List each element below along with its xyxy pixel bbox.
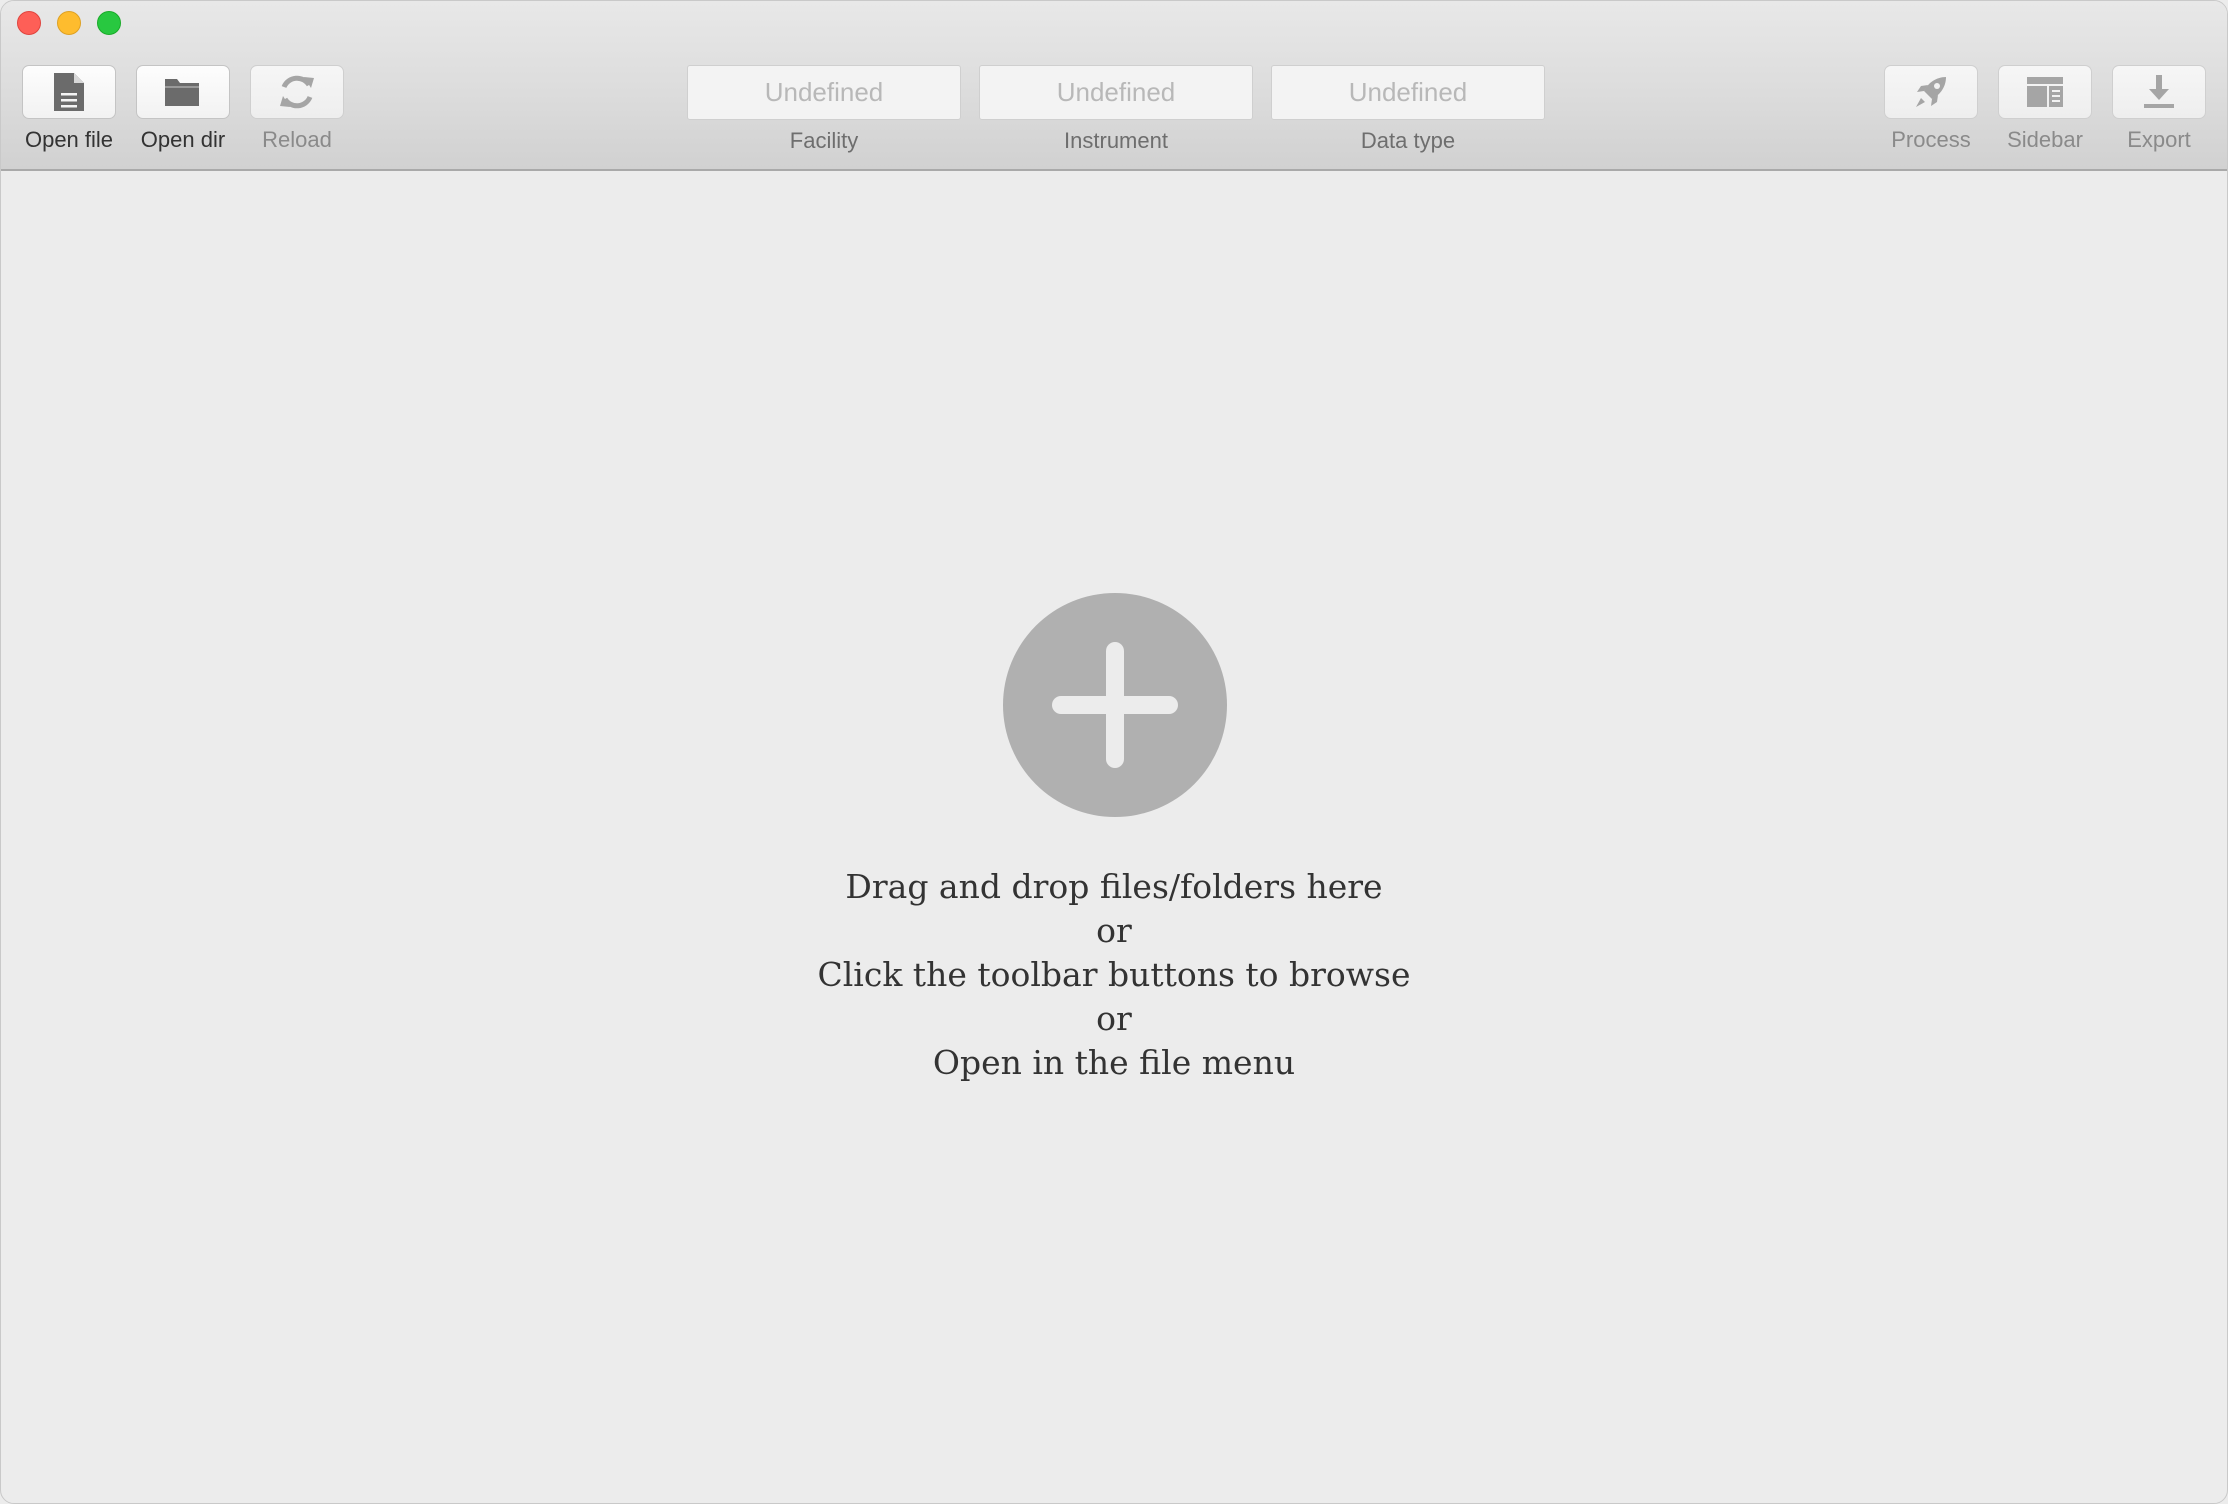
open-file-label: Open file	[24, 127, 114, 152]
instruction-line-5: Open in the file menu	[932, 1043, 1296, 1082]
instrument-selector[interactable]: Undefined Instrument	[979, 65, 1253, 154]
instruction-line-1: Drag and drop files/folders here	[845, 867, 1383, 906]
sidebar-button[interactable]: Sidebar	[1997, 65, 2093, 153]
plus-vertical-bar	[1106, 642, 1124, 768]
document-icon	[54, 73, 84, 111]
minimize-window-button[interactable]	[57, 11, 81, 35]
folder-icon	[165, 79, 199, 106]
close-window-button[interactable]	[17, 11, 41, 35]
open-dir-button-face[interactable]	[136, 65, 230, 119]
instrument-label: Instrument	[1064, 128, 1168, 153]
facility-label: Facility	[789, 128, 859, 153]
data-type-selector[interactable]: Undefined Data type	[1271, 65, 1545, 154]
maximize-window-button[interactable]	[97, 11, 121, 35]
process-label: Process	[1891, 127, 1971, 152]
sidebar-label: Sidebar	[2007, 127, 2083, 152]
download-icon	[2144, 75, 2174, 108]
drop-instructions: Drag and drop files/folders here or Clic…	[1, 865, 2227, 1085]
data-type-label: Data type	[1360, 128, 1456, 153]
data-type-select[interactable]: Undefined	[1271, 65, 1545, 120]
export-button[interactable]: Export	[2111, 65, 2207, 153]
reload-button[interactable]: Reload	[249, 65, 345, 153]
instruction-line-2: or	[1096, 911, 1132, 950]
reload-button-face[interactable]	[250, 65, 344, 119]
app-window: Open file Open dir Reload Undefined Faci…	[0, 0, 2228, 1504]
drop-zone[interactable]: Drag and drop files/folders here or Clic…	[1, 171, 2227, 1503]
toolbar: Open file Open dir Reload Undefined Faci…	[1, 1, 2227, 171]
sidebar-icon	[2027, 77, 2063, 107]
sidebar-button-face[interactable]	[1998, 65, 2092, 119]
instrument-select[interactable]: Undefined	[979, 65, 1253, 120]
facility-selector[interactable]: Undefined Facility	[687, 65, 961, 154]
rocket-icon	[1916, 77, 1946, 107]
export-button-face[interactable]	[2112, 65, 2206, 119]
plus-icon[interactable]	[1003, 593, 1227, 817]
facility-select[interactable]: Undefined	[687, 65, 961, 120]
process-button-face[interactable]	[1884, 65, 1978, 119]
instruction-line-4: or	[1096, 999, 1132, 1038]
reload-label: Reload	[262, 127, 332, 152]
refresh-icon	[280, 75, 314, 109]
open-file-button[interactable]: Open file	[21, 65, 117, 153]
open-file-button-face[interactable]	[22, 65, 116, 119]
instruction-line-3: Click the toolbar buttons to browse	[817, 955, 1411, 994]
export-label: Export	[2127, 127, 2191, 152]
process-button[interactable]: Process	[1883, 65, 1979, 153]
open-dir-label: Open dir	[140, 127, 226, 152]
open-dir-button[interactable]: Open dir	[135, 65, 231, 153]
